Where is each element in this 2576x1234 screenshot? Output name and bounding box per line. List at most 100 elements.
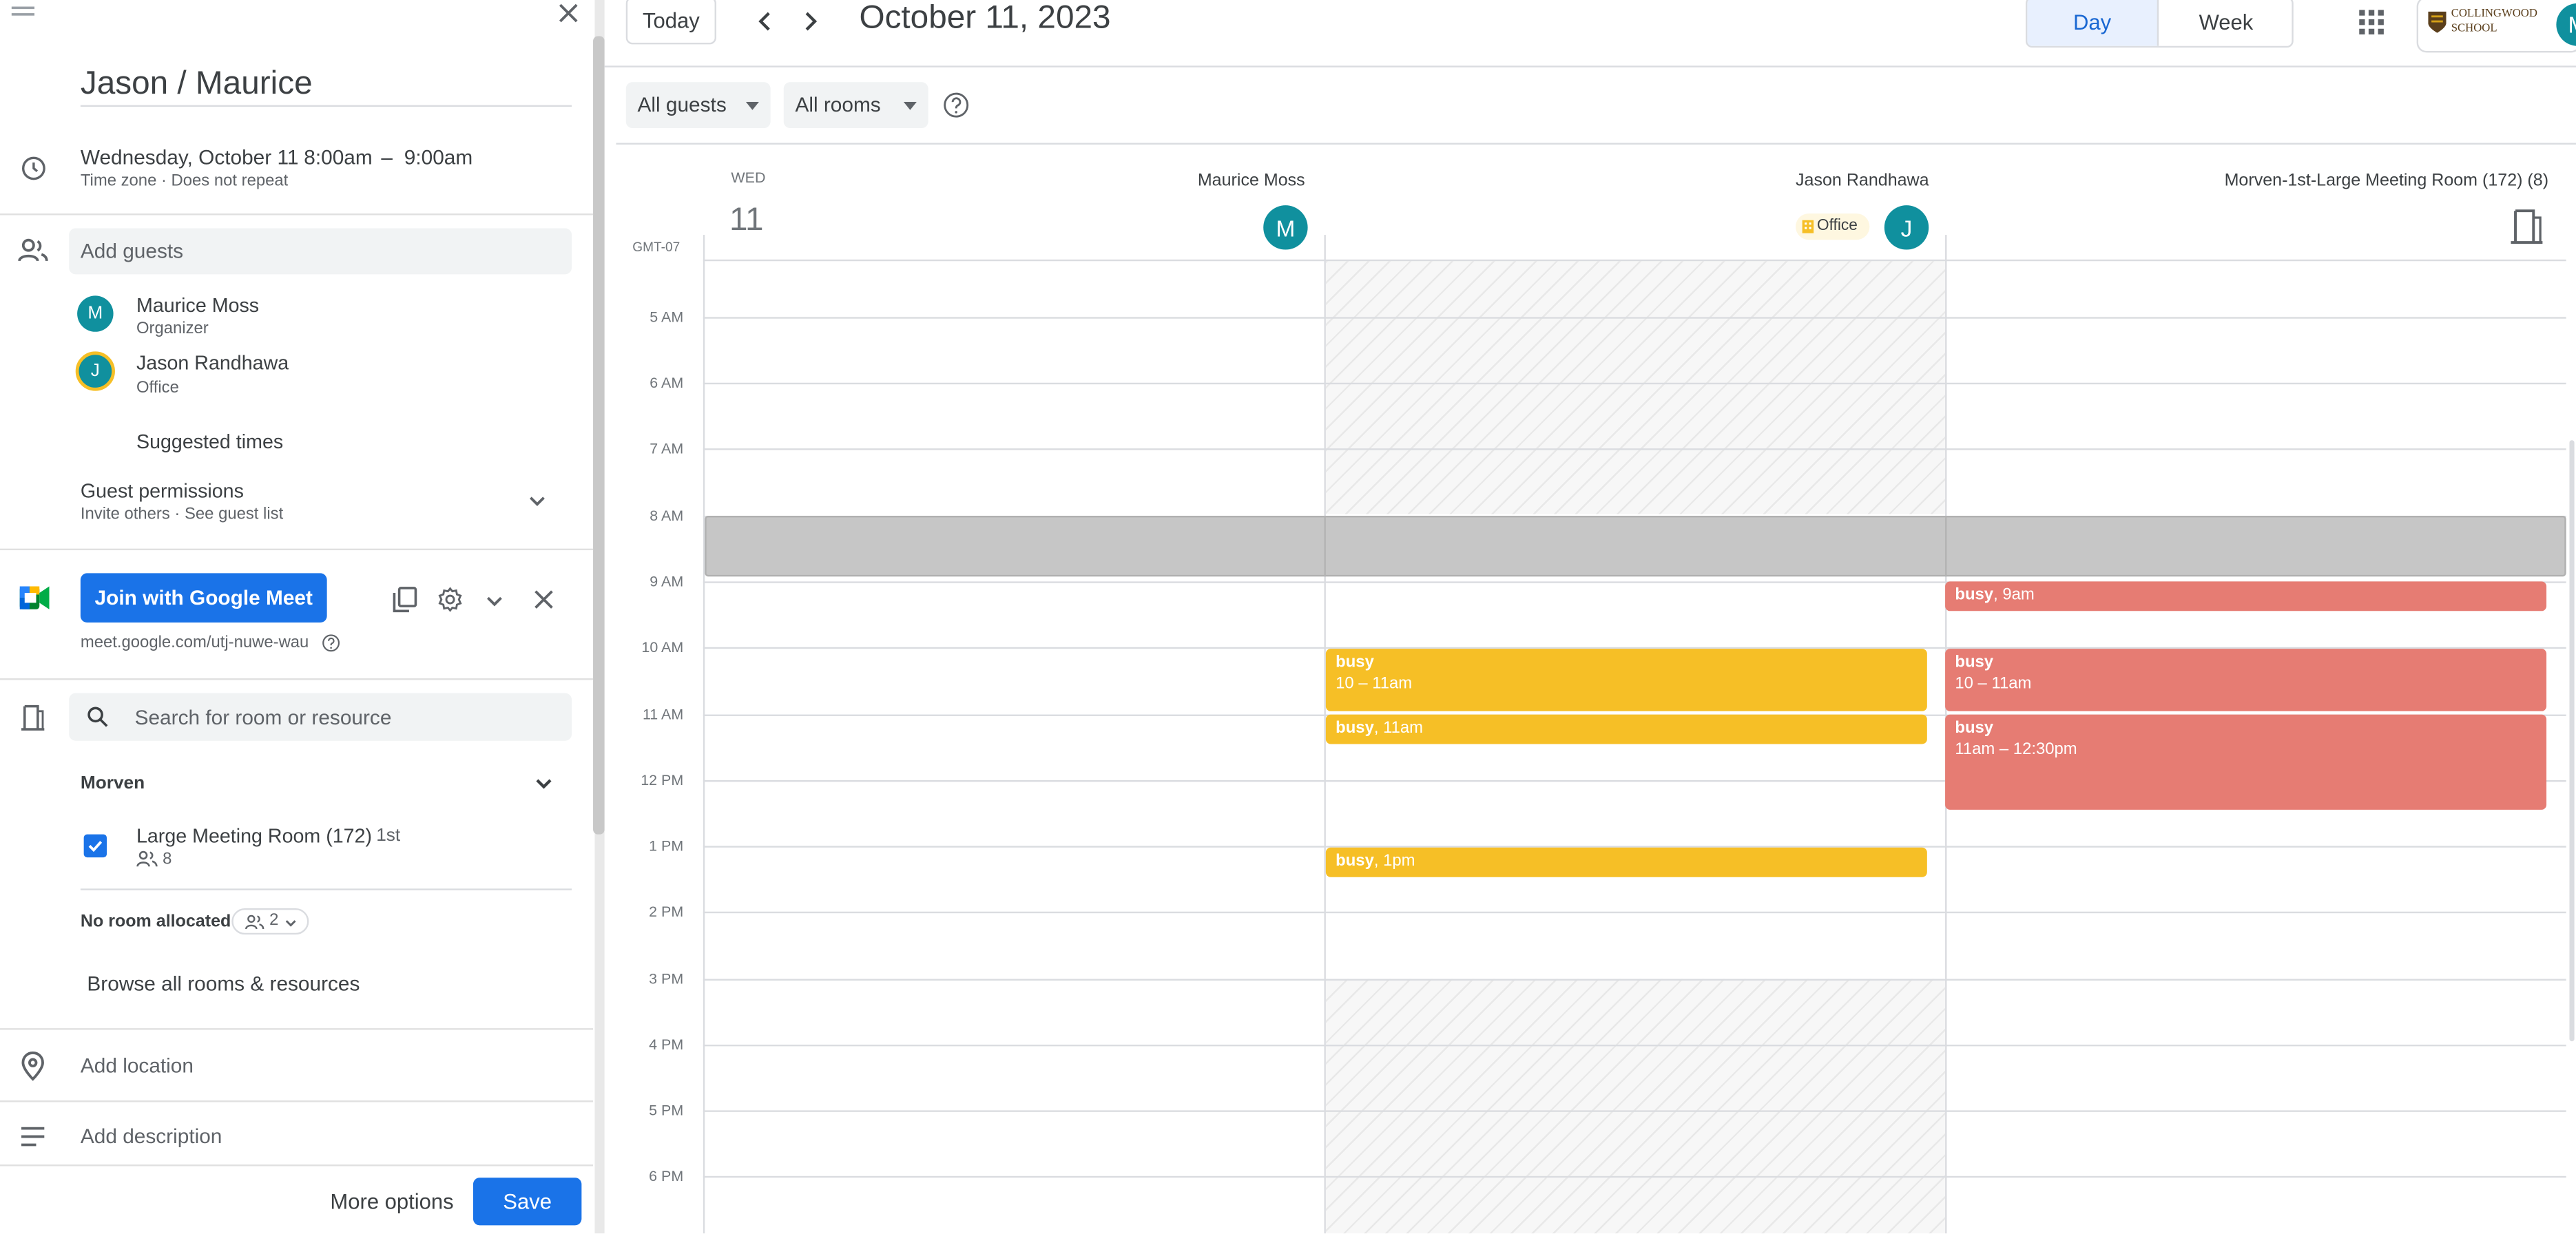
event-title: busy (1955, 653, 1994, 672)
busy-event[interactable]: busy 10 – 11am (1945, 649, 2547, 711)
help-icon[interactable] (322, 634, 340, 652)
calendar-scrollbar[interactable] (2569, 440, 2575, 1042)
join-google-meet-label: Join with Google Meet (94, 586, 313, 609)
today-button[interactable]: Today (625, 0, 716, 45)
event-date[interactable]: Wednesday, October 11 (81, 146, 299, 169)
title-underline (80, 105, 572, 107)
busy-event[interactable]: busy 10 – 11am (1325, 649, 1927, 711)
settings-gear-icon[interactable] (437, 587, 463, 613)
time-separator: – (381, 146, 393, 169)
footer-divider (0, 1164, 594, 1167)
week-view-tab[interactable]: Week (2159, 0, 2292, 46)
unavailable-hours (1325, 979, 1946, 1234)
meet-link[interactable]: meet.google.com/utj-nuwe-wau (81, 634, 309, 652)
close-icon[interactable] (557, 1, 580, 24)
guest-permissions-title[interactable]: Guest permissions (81, 479, 244, 502)
event-end-time[interactable]: 9:00am (404, 146, 472, 169)
hour-label: 7 AM (650, 440, 684, 457)
building-name[interactable]: Morven (81, 773, 145, 793)
remove-meet-icon[interactable] (534, 589, 554, 609)
event-title: busy (1955, 586, 1994, 605)
add-location-input[interactable]: Add location (81, 1054, 194, 1077)
chevron-down-icon[interactable] (485, 592, 505, 611)
unavailable-hours (1325, 261, 1946, 514)
room-floor: 1st (376, 826, 401, 846)
copy-icon[interactable] (393, 587, 417, 613)
maurice-avatar: M (1263, 205, 1308, 250)
organization-logo[interactable]: COLLINGWOOD SCHOOL M (2416, 0, 2576, 53)
current-date-title: October 11, 2023 (859, 0, 1111, 36)
school-crest-icon (2428, 11, 2447, 33)
account-avatar[interactable]: M (2556, 3, 2576, 46)
busy-event[interactable]: busy, 1pm (1325, 847, 1927, 877)
guest-name[interactable]: Jason Randhawa (136, 351, 289, 374)
add-description-input[interactable]: Add description (81, 1125, 222, 1148)
divider (0, 548, 594, 551)
all-guests-label: All guests (637, 93, 727, 117)
hour-line (703, 1044, 2566, 1047)
event-time: 10 – 11am (1955, 674, 2032, 693)
clock-icon (20, 154, 48, 182)
room-search-placeholder: Search for room or resource (134, 706, 392, 730)
event-time: 11am – 12:30pm (1955, 740, 2077, 758)
panel-scrollbar[interactable] (593, 36, 605, 835)
help-icon[interactable] (943, 92, 969, 118)
filter-divider (616, 143, 2576, 145)
busy-event[interactable]: busy 11am – 12:30pm (1945, 714, 2547, 810)
guest-avatar: J (75, 351, 115, 391)
add-guests-input[interactable]: Add guests (69, 228, 572, 275)
column-separator (1945, 515, 1947, 577)
today-label: Today (642, 8, 700, 33)
chevron-down-icon[interactable] (528, 491, 548, 511)
save-button[interactable]: Save (472, 1178, 582, 1226)
room-checkbox[interactable] (83, 834, 107, 858)
new-event-slot[interactable] (705, 515, 2566, 577)
room-search-input[interactable]: Search for room or resource (69, 693, 572, 741)
location-pin-icon (21, 1052, 44, 1081)
day-number[interactable]: 11 (729, 202, 764, 240)
event-title-sep: , (1373, 852, 1384, 871)
check-icon (87, 837, 103, 854)
hour-label: 9 AM (650, 573, 684, 590)
all-rooms-dropdown[interactable]: All rooms (783, 82, 928, 129)
no-room-count-chip[interactable]: 2 (231, 908, 309, 935)
busy-event[interactable]: busy, 11am (1325, 714, 1927, 744)
join-google-meet-button[interactable]: Join with Google Meet (80, 573, 327, 623)
suggested-times-button[interactable]: Suggested times (136, 430, 283, 453)
toolbar-divider (604, 65, 2576, 67)
hour-label: 3 PM (649, 970, 684, 987)
timezone-repeat-link[interactable]: Time zone · Does not repeat (81, 172, 288, 190)
chevron-down-icon[interactable] (534, 773, 554, 793)
event-title-sep: , (1373, 719, 1384, 738)
apps-grid-icon[interactable] (2359, 10, 2384, 35)
browse-rooms-button[interactable]: Browse all rooms & resources (87, 972, 360, 995)
room-underline (80, 888, 572, 890)
more-options-button[interactable]: More options (330, 1189, 453, 1214)
guest-avatar: M (77, 295, 114, 332)
hour-label: 2 PM (649, 903, 684, 920)
all-guests-dropdown[interactable]: All guests (625, 82, 771, 129)
drag-handle-icon[interactable] (11, 5, 35, 18)
event-title-input[interactable]: Jason / Maurice (81, 65, 313, 103)
chevron-left-icon[interactable] (756, 10, 776, 32)
busy-event[interactable]: busy, 9am (1945, 581, 2547, 611)
divider (0, 213, 594, 216)
event-title: busy (1955, 719, 1994, 738)
room-name[interactable]: Large Meeting Room (172) (136, 824, 372, 847)
add-guests-placeholder: Add guests (80, 240, 184, 263)
day-of-week: WED (731, 169, 766, 186)
avatar-initial: M (1276, 214, 1296, 241)
guest-role: Office (136, 379, 179, 398)
day-view-tab[interactable]: Day (2027, 0, 2159, 46)
divider (0, 1100, 594, 1102)
event-start-time[interactable]: 8:00am (304, 146, 372, 169)
hour-label: 10 AM (641, 638, 684, 656)
divider (0, 1028, 594, 1030)
avatar-initial: M (87, 304, 103, 324)
account-initial: M (2568, 12, 2576, 38)
chevron-right-icon[interactable] (800, 10, 820, 32)
timezone-label: GMT-07 (632, 240, 681, 255)
guest-name[interactable]: Maurice Moss (136, 294, 259, 317)
event-title-sep: , (1993, 586, 2003, 605)
event-time: 1pm (1383, 852, 1415, 871)
